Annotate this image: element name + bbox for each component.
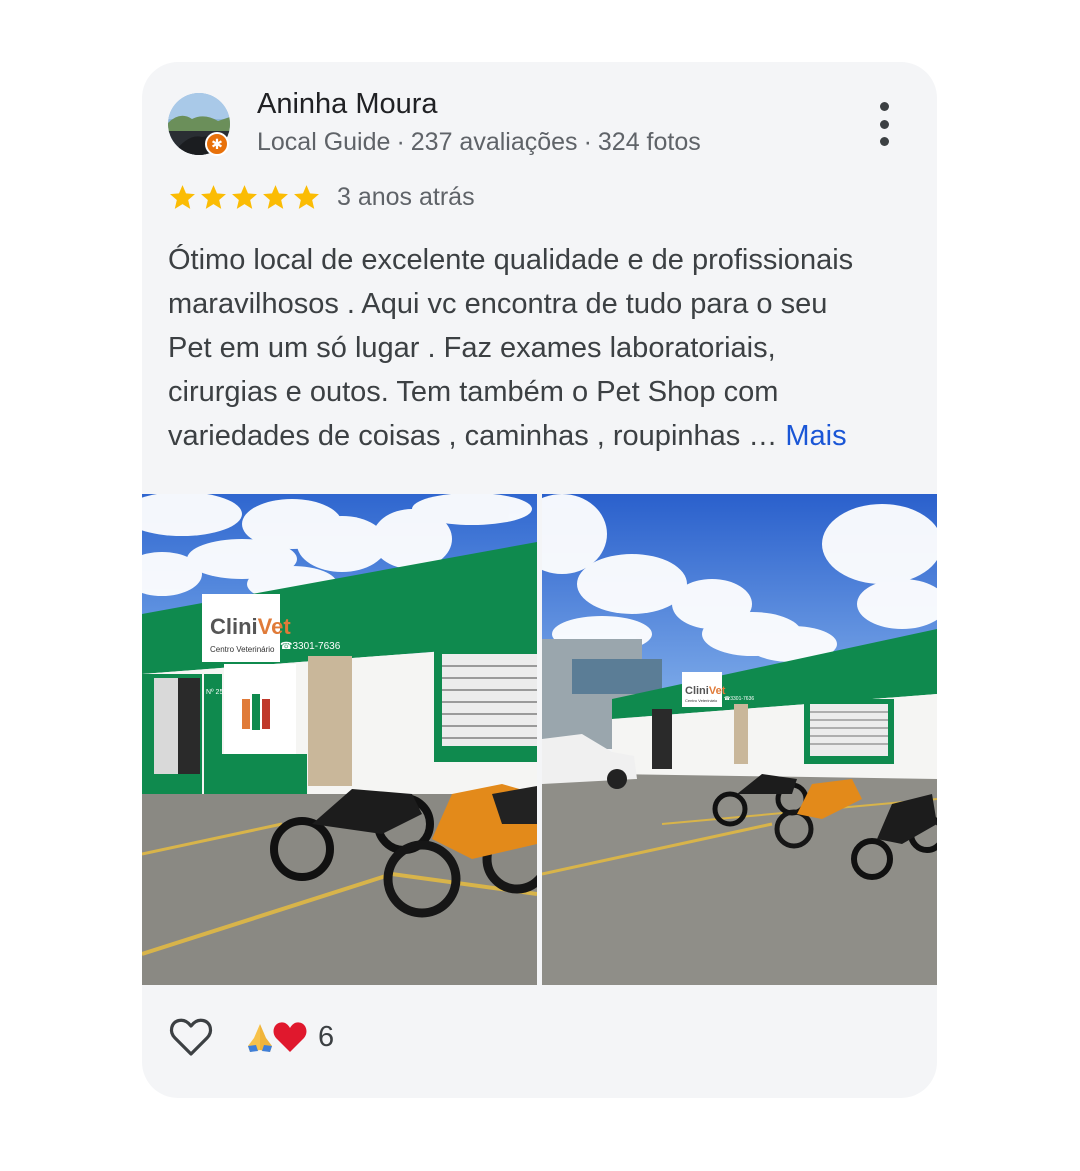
review-photo-2[interactable]: CliniVet Centro Veterinário ☎3301-7636 [542, 494, 937, 985]
local-guide-label: Local Guide [257, 128, 391, 156]
star-rating [168, 183, 321, 212]
red-heart-emoji [273, 1022, 307, 1052]
review-photo-1[interactable]: CliniVet Centro Veterinário ☎3301-7636 N… [142, 494, 537, 985]
rating-row: 3 anos atrás [168, 180, 475, 214]
star-icon [201, 184, 226, 209]
review-card: ✱ Aninha Moura Local Guide · 237 avaliaçõe… [142, 62, 937, 1098]
review-text-line: Ótimo local de excelente qualidade e de … [168, 244, 854, 276]
svg-text:☎3301-7636: ☎3301-7636 [724, 696, 754, 702]
svg-text:☎3301-7636: ☎3301-7636 [280, 641, 341, 652]
svg-text:CliniVet: CliniVet [210, 614, 291, 639]
author-name[interactable]: Aninha Moura [257, 88, 438, 121]
reaction-summary[interactable]: 6 [244, 1020, 334, 1054]
more-vert-icon[interactable] [870, 102, 898, 146]
review-count: 237 avaliações [410, 128, 578, 156]
review-text-line-last: variedades de coisas , caminhas , roupin… [168, 420, 847, 452]
svg-text:CliniVet: CliniVet [685, 685, 726, 697]
review-footer: 6 [168, 1014, 334, 1060]
svg-text:Centro Veterinário: Centro Veterinário [685, 698, 718, 703]
photo-count: 324 fotos [597, 128, 701, 156]
star-icon [232, 184, 257, 209]
star-icon [294, 184, 319, 209]
review-text-line: Pet em um só lugar . Faz exames laborato… [168, 332, 776, 364]
review-text-line: cirurgias e outos. Tem também o Pet Shop… [168, 376, 779, 408]
review-text-line: maravilhosos . Aqui vc encontra de tudo … [168, 288, 828, 320]
star-icon [170, 184, 195, 209]
review-text: Ótimo local de excelente qualidade e de … [168, 238, 913, 458]
local-guide-star-icon: ✱ [205, 132, 229, 156]
star-icon [263, 184, 288, 209]
svg-text:Centro Veterinário: Centro Veterinário [210, 645, 275, 654]
author-meta: Local Guide · 237 avaliações · 324 fotos [257, 128, 701, 156]
review-time: 3 anos atrás [337, 182, 475, 211]
more-link[interactable]: Mais [785, 420, 846, 452]
reaction-count: 6 [318, 1020, 335, 1053]
heart-outline-icon[interactable] [168, 1014, 214, 1060]
